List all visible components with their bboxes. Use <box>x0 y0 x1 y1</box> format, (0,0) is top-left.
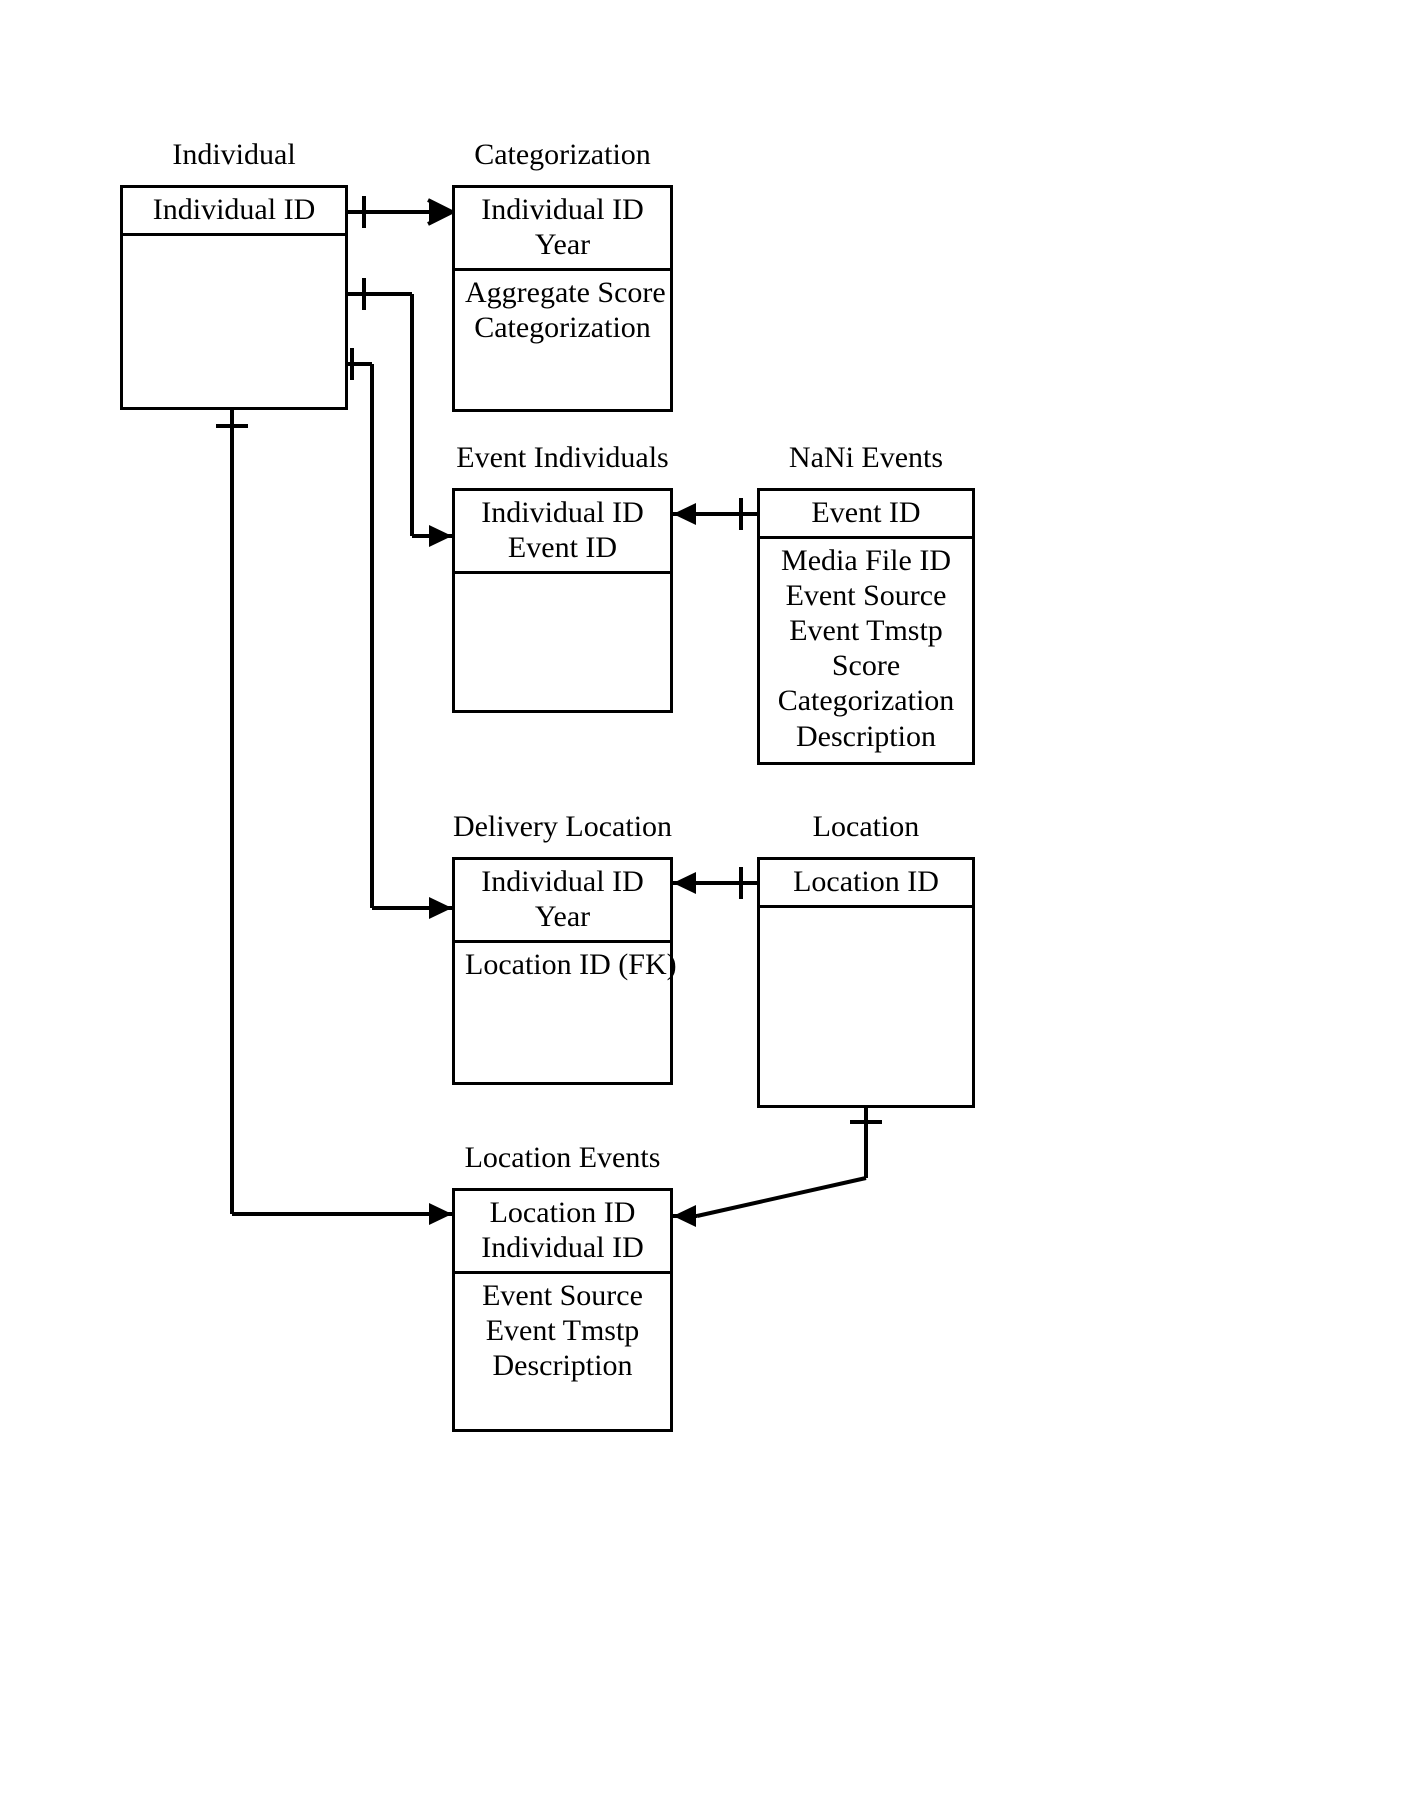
entity-location-keys: Location ID <box>760 860 972 909</box>
rel-individual-location-events <box>216 410 452 1225</box>
entity-delivery-location[interactable]: Individual ID Year Location ID (FK) <box>452 857 677 1085</box>
field-delivery-location-individual-id: Individual ID <box>481 865 644 898</box>
field-location-events-event-source: Event Source <box>482 1279 643 1313</box>
entity-title-nani-events: NaNi Events <box>788 441 944 474</box>
entity-title-location: Location <box>812 810 920 843</box>
field-nani-events-description: Description <box>796 719 936 753</box>
field-categorization-categorization: Categorization <box>474 311 651 345</box>
entity-title-event-individuals: Event Individuals <box>456 441 669 474</box>
entity-location-events-attributes: Event Source Event Tmstp Description <box>455 1274 670 1389</box>
field-categorization-individual-id: Individual ID <box>481 193 644 226</box>
field-location-events-location-id: Location ID <box>489 1196 636 1229</box>
entity-title-individual: Individual <box>172 138 296 171</box>
entity-categorization[interactable]: Individual ID Year Aggregate Score Categ… <box>452 185 673 412</box>
field-categorization-aggregate-score: Aggregate Score <box>465 276 666 310</box>
field-categorization-year: Year <box>534 228 591 262</box>
entity-event-individuals[interactable]: Individual ID Event ID <box>452 488 673 713</box>
er-diagram-canvas: Individual Individual ID Categorization … <box>0 0 1411 1806</box>
entity-delivery-location-attributes: Location ID (FK) <box>455 943 677 988</box>
entity-nani-events-attributes: Media File ID Event Source Event Tmstp S… <box>760 539 972 760</box>
entity-location-events[interactable]: Location ID Individual ID Event Source E… <box>452 1188 673 1432</box>
field-individual-id: Individual ID <box>152 193 316 226</box>
field-nani-events-categorization: Categorization <box>777 684 955 718</box>
field-nani-events-media-file-id: Media File ID <box>781 544 951 578</box>
field-location-events-description: Description <box>492 1349 633 1383</box>
entity-individual[interactable]: Individual ID <box>120 185 348 410</box>
entity-title-delivery-location: Delivery Location <box>452 810 673 843</box>
field-event-individuals-event-id: Event ID <box>507 531 618 565</box>
field-nani-events-event-source: Event Source <box>785 579 947 613</box>
field-nani-events-event-id: Event ID <box>811 496 921 529</box>
entity-categorization-attributes: Aggregate Score Categorization <box>455 271 670 351</box>
rel-individual-categorization <box>348 196 453 228</box>
entity-location-events-keys: Location ID Individual ID <box>455 1191 670 1275</box>
entity-delivery-location-keys: Individual ID Year <box>455 860 670 944</box>
entity-title-categorization: Categorization <box>474 138 651 171</box>
field-nani-events-event-tmstp: Event Tmstp <box>789 614 943 648</box>
entity-categorization-keys: Individual ID Year <box>455 188 670 272</box>
field-nani-events-score: Score <box>831 649 901 683</box>
rel-individual-delivery-location <box>348 348 452 919</box>
field-location-events-event-tmstp: Event Tmstp <box>485 1314 640 1348</box>
field-location-events-individual-id: Individual ID <box>481 1231 644 1265</box>
entity-event-individuals-attributes <box>455 574 670 793</box>
rel-individual-event-individuals <box>348 278 452 547</box>
field-delivery-location-location-id-fk: Location ID (FK) <box>465 948 677 982</box>
entity-nani-events[interactable]: Event ID Media File ID Event Source Even… <box>757 488 975 765</box>
entity-individual-attributes <box>123 236 345 455</box>
entity-event-individuals-keys: Individual ID Event ID <box>455 491 670 575</box>
entity-location-attributes <box>760 908 972 1153</box>
entity-nani-events-keys: Event ID <box>760 491 972 540</box>
field-delivery-location-year: Year <box>534 900 591 934</box>
entity-individual-keys: Individual ID <box>123 188 345 237</box>
rel-event-individuals-nani-events <box>673 498 757 530</box>
entity-title-location-events: Location Events <box>464 1141 661 1174</box>
field-event-individuals-individual-id: Individual ID <box>481 496 644 529</box>
field-location-location-id: Location ID <box>793 865 939 898</box>
rel-delivery-location-location <box>673 867 757 899</box>
entity-location[interactable]: Location ID <box>757 857 975 1108</box>
